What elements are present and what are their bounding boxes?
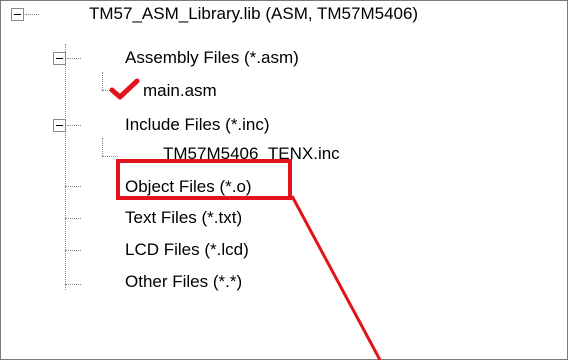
annotation-arrow — [290, 195, 382, 360]
